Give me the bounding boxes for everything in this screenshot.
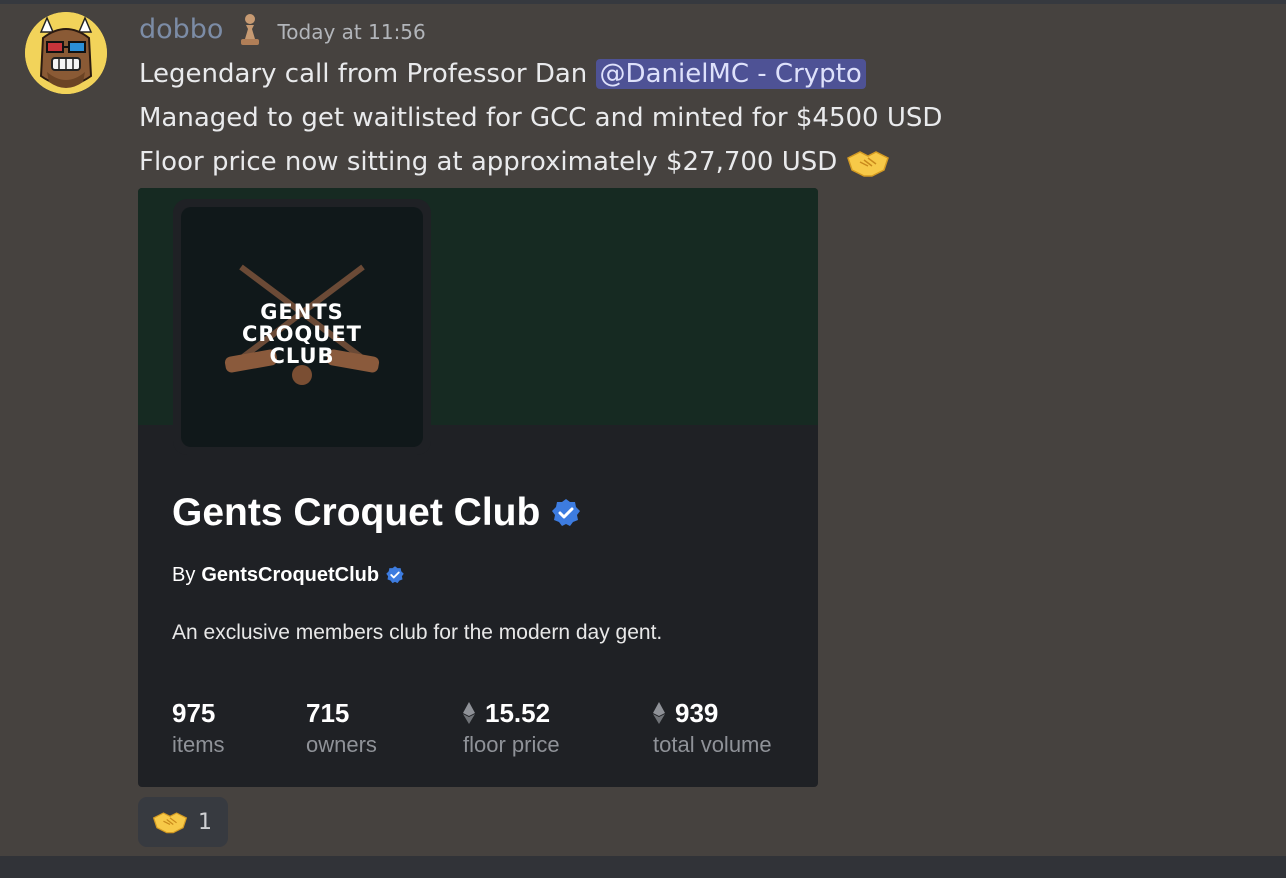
message-text: Floor price now sitting at approximately… xyxy=(139,147,846,177)
collection-creator: By GentsCroquetClub xyxy=(172,561,405,589)
message-line-1: Legendary call from Professor Dan @Danie… xyxy=(139,56,866,92)
ethereum-icon xyxy=(653,702,665,724)
creator-name[interactable]: GentsCroquetClub xyxy=(201,561,379,589)
viking-avatar-icon xyxy=(25,12,107,94)
stat-floor-price: 15.52 floor price xyxy=(463,698,560,757)
bottom-divider xyxy=(0,856,1286,878)
handshake-emoji-icon xyxy=(152,812,188,834)
chess-pawn-icon xyxy=(241,14,260,45)
verified-badge-icon xyxy=(552,499,581,526)
link-embed-card[interactable]: GENTS CROQUET CLUB Gents Croquet Club By… xyxy=(138,188,818,787)
logo-wordmark: GENTS CROQUET CLUB xyxy=(241,300,362,368)
user-mention[interactable]: @DanielMC - Crypto xyxy=(595,59,866,89)
stat-items: 975 items xyxy=(172,698,225,757)
collection-logo: GENTS CROQUET CLUB xyxy=(181,207,423,447)
message-text: Legendary call from Professor Dan xyxy=(139,59,596,89)
message-line-3: Floor price now sitting at approximately… xyxy=(139,144,890,180)
message-timestamp: Today at 11:56 xyxy=(277,20,426,44)
handshake-emoji-icon xyxy=(846,150,889,177)
stat-total-volume: 939 total volume xyxy=(653,698,772,757)
stat-owners: 715 owners xyxy=(306,698,377,757)
collection-logo-frame: GENTS CROQUET CLUB xyxy=(173,199,431,455)
message-line-2: Managed to get waitlisted for GCC and mi… xyxy=(139,103,943,133)
user-avatar[interactable] xyxy=(25,12,107,94)
collection-description: An exclusive members club for the modern… xyxy=(172,621,663,644)
message-header: dobbo Today at 11:56 xyxy=(139,12,426,48)
reaction-count: 1 xyxy=(198,809,212,835)
verified-badge-icon xyxy=(386,566,404,584)
top-divider xyxy=(0,0,1286,4)
username[interactable]: dobbo xyxy=(139,12,223,48)
collection-title[interactable]: Gents Croquet Club xyxy=(172,488,582,538)
reaction-button[interactable]: 1 xyxy=(138,797,228,847)
ethereum-icon xyxy=(463,702,475,724)
